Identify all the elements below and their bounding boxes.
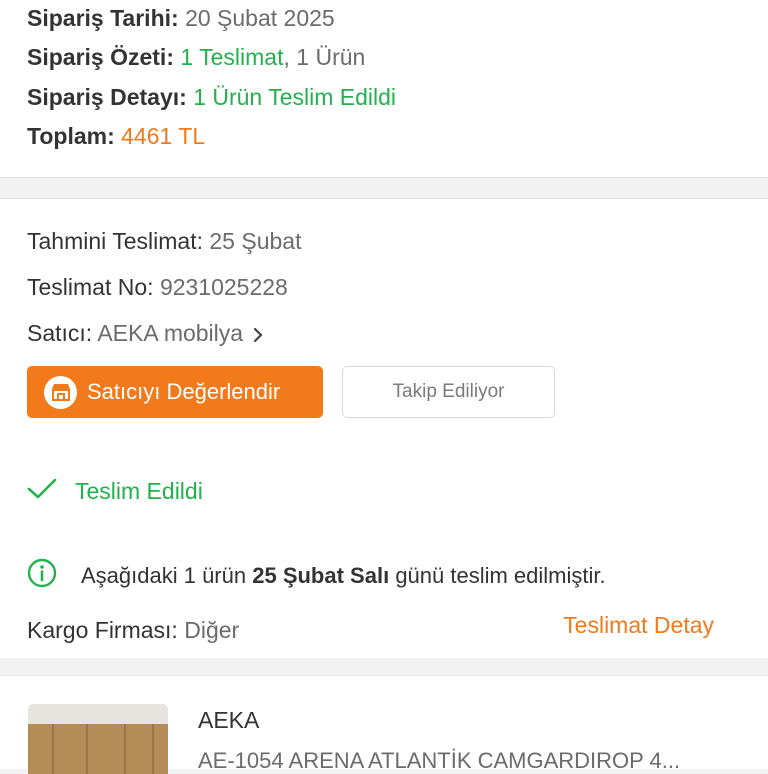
store-icon	[44, 375, 77, 409]
order-date-label: Sipariş Tarihi:	[27, 5, 179, 31]
order-overview-row: Sipariş Özeti: 1 Teslimat, 1 Ürün	[27, 43, 365, 71]
rate-seller-button[interactable]: Satıcıyı Değerlendir	[27, 366, 323, 418]
info-circle-icon	[27, 558, 57, 593]
seller-label: Satıcı:	[27, 320, 93, 346]
wood-grain-line	[124, 724, 126, 774]
delivery-state: Teslim Edildi	[27, 478, 203, 505]
checkmark-icon	[27, 478, 57, 505]
product-name[interactable]: AE-1054 ARENA ATLANTİK CAMGARDIROP 4...	[198, 748, 743, 774]
delivery-info-text: Aşağıdaki 1 ürün 25 Şubat Salı günü tesl…	[81, 563, 606, 589]
delivery-number-row: Teslimat No: 9231025228	[27, 273, 288, 301]
chevron-right-icon	[253, 321, 263, 349]
seller-link[interactable]: Satıcı: AEKA mobilya	[27, 319, 263, 349]
estimated-delivery-row: Tahmini Teslimat: 25 Şubat	[27, 227, 301, 255]
product-item[interactable]: AEKA AE-1054 ARENA ATLANTİK CAMGARDIROP …	[0, 675, 768, 774]
order-total-label: Toplam:	[27, 123, 115, 149]
cargo-company-value: Diğer	[184, 617, 240, 643]
order-detail-row: Sipariş Detayı: 1 Ürün Teslim Edildi	[27, 83, 396, 111]
delivery-number-value: 9231025228	[159, 274, 288, 300]
shipment-card: Tahmini Teslimat: 25 Şubat Teslimat No: …	[0, 198, 768, 447]
estimated-delivery-value: 25 Şubat	[209, 228, 302, 254]
product-brand: AEKA	[198, 707, 260, 733]
delivery-info-prefix: Aşağıdaki 1 ürün	[81, 562, 247, 588]
delivery-info: Aşağıdaki 1 ürün 25 Şubat Salı günü tesl…	[27, 558, 606, 593]
delivery-number-label: Teslimat No:	[27, 274, 154, 300]
order-overview-items: 1 Ürün	[296, 44, 366, 70]
delivery-info-date: 25 Şubat Salı	[252, 562, 390, 588]
estimated-delivery-label: Tahmini Teslimat:	[27, 228, 203, 254]
order-date-value: 20 Şubat 2025	[185, 5, 335, 31]
order-total-value: 4461 TL	[121, 123, 206, 149]
delivery-state-text: Teslim Edildi	[75, 478, 203, 504]
order-overview-separator: ,	[283, 44, 290, 70]
rate-seller-label: Satıcıyı Değerlendir	[87, 379, 281, 404]
delivery-status-card: Teslim Edildi Aşağıdaki 1 ürün 25 Şubat …	[0, 446, 768, 658]
order-detail-label: Sipariş Detayı:	[27, 84, 187, 110]
order-date-row: Sipariş Tarihi: 20 Şubat 2025	[27, 4, 335, 32]
wood-grain-line	[152, 724, 154, 774]
order-detail-value: 1 Ürün Teslim Edildi	[193, 84, 397, 110]
cargo-company-row: Kargo Firması: Diğer	[27, 616, 239, 644]
delivery-info-suffix: günü teslim edilmiştir.	[395, 562, 606, 588]
order-overview-delivery: 1 Teslimat	[180, 44, 284, 70]
wood-grain-line	[86, 724, 88, 774]
following-button[interactable]: Takip Ediliyor	[342, 366, 555, 418]
order-overview-label: Sipariş Özeti:	[27, 44, 174, 70]
wood-grain-line	[52, 724, 54, 774]
order-total-row: Toplam: 4461 TL	[27, 122, 205, 150]
product-image[interactable]	[28, 704, 168, 774]
seller-name: AEKA mobilya	[97, 320, 244, 346]
cargo-company-label: Kargo Firması:	[27, 617, 178, 643]
delivery-detail-link[interactable]: Teslimat Detay	[563, 612, 714, 639]
order-summary-card: Sipariş Tarihi: 20 Şubat 2025 Sipariş Öz…	[0, 0, 768, 178]
